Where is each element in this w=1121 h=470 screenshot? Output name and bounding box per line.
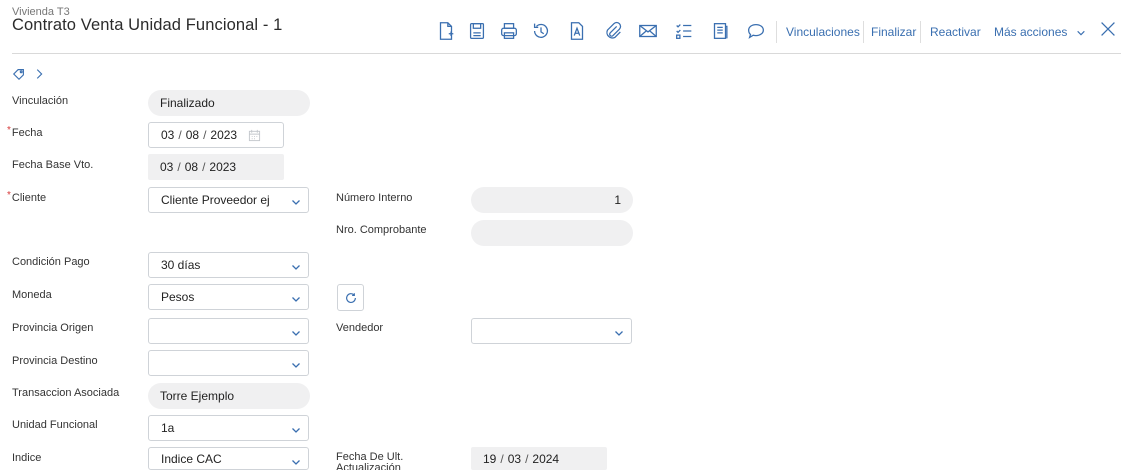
tags-toggle[interactable] (12, 66, 46, 82)
transaccion-asociada-field: Torre Ejemplo (148, 383, 310, 409)
text-document-icon[interactable] (563, 17, 591, 45)
unidad-funcional-value: 1a (161, 421, 175, 435)
fecha-label-text: Fecha (11, 127, 43, 139)
new-document-icon[interactable] (432, 17, 460, 45)
print-icon[interactable] (495, 17, 523, 45)
toolbar-separator (920, 21, 921, 43)
fecha-base-month: 08 (184, 160, 199, 174)
fecha-base-vto-label: Fecha Base Vto. (12, 159, 94, 171)
cliente-label-text: Cliente (11, 192, 47, 204)
chevron-down-icon (292, 428, 300, 433)
finalizar-button[interactable]: Finalizar (871, 25, 916, 39)
moneda-label: Moneda (12, 289, 52, 301)
numero-interno-value: 1 (614, 193, 621, 207)
nro-comprobante-label: Nro. Comprobante (336, 224, 427, 236)
history-icon[interactable] (527, 17, 555, 45)
chevron-down-icon (292, 363, 300, 368)
date-separator: / (178, 128, 182, 142)
toolbar-separator (776, 21, 777, 43)
fecha-day: 03 (161, 128, 175, 142)
mail-icon[interactable] (634, 17, 662, 45)
chevron-down-icon (292, 265, 300, 270)
vinculacion-field: Finalizado (148, 90, 310, 116)
vinculacion-value: Finalizado (160, 96, 215, 110)
moneda-select[interactable]: Pesos (148, 284, 309, 310)
refresh-icon (345, 292, 356, 303)
fecha-year: 2023 (210, 128, 238, 142)
unidad-funcional-select[interactable]: 1a (148, 415, 309, 441)
chevron-down-icon (292, 460, 300, 465)
chevron-down-icon (292, 297, 300, 302)
page-header: Vivienda T3 Contrato Venta Unidad Funcio… (0, 0, 1121, 54)
transaccion-asociada-label: Transaccion Asociada (12, 387, 120, 399)
condicion-pago-label: Condición Pago (12, 256, 90, 268)
indice-label: Indice (12, 452, 42, 464)
cliente-label: *Cliente (7, 190, 47, 205)
date-separator: / (525, 451, 529, 466)
transaccion-asociada-value: Torre Ejemplo (160, 389, 235, 403)
checklist-icon[interactable] (670, 17, 698, 45)
numero-interno-field: 1 (471, 187, 633, 213)
provincia-origen-label: Provincia Origen (12, 322, 94, 334)
numero-interno-label: Número Interno (336, 192, 413, 204)
required-marker: * (7, 190, 11, 201)
mas-acciones-label: Más acciones (994, 25, 1068, 39)
toolbar: Vinculaciones Finalizar Reactivar Más ac… (0, 17, 1121, 47)
date-separator: / (500, 451, 504, 466)
vinculacion-label: Vinculación (12, 95, 69, 107)
close-icon[interactable] (1094, 15, 1121, 43)
date-separator: / (202, 160, 206, 174)
fecha-input[interactable]: 03/08/2023 (148, 122, 284, 148)
nro-comprobante-field (471, 220, 633, 246)
calendar-icon[interactable] (248, 129, 261, 142)
mas-acciones-button[interactable]: Más acciones (994, 25, 1086, 39)
fecha-ult-act-label: Fecha De Ult. Actualización (336, 452, 404, 470)
notes-icon[interactable] (706, 17, 734, 45)
tag-icon (12, 69, 24, 81)
fecha-ult-year: 2024 (532, 451, 560, 466)
reactivar-button[interactable]: Reactivar (930, 25, 981, 39)
chevron-down-icon (1076, 30, 1085, 36)
unidad-funcional-label: Unidad Funcional (12, 419, 98, 431)
refresh-button[interactable] (337, 284, 364, 311)
fecha-label: *Fecha (7, 125, 43, 140)
required-marker: * (7, 125, 11, 136)
indice-value: Indice CAC (161, 451, 222, 466)
provincia-origen-select[interactable] (148, 318, 309, 344)
cliente-select[interactable]: Cliente Proveedor ej (148, 187, 309, 213)
toolbar-separator (863, 21, 864, 43)
date-separator: / (177, 160, 181, 174)
chevron-down-icon (292, 331, 300, 336)
save-icon[interactable] (463, 17, 491, 45)
comment-icon[interactable] (742, 17, 770, 45)
chevron-down-icon (292, 200, 300, 205)
moneda-value: Pesos (161, 290, 195, 304)
fecha-base-vto-field: 03/08/2023 (148, 154, 284, 180)
fecha-ult-day: 19 (483, 451, 497, 466)
fecha-base-year: 2023 (209, 160, 237, 174)
fecha-ult-act-field: 19/03/2024 (471, 447, 607, 470)
fecha-month: 08 (185, 128, 200, 142)
vinculaciones-button[interactable]: Vinculaciones (786, 25, 860, 39)
attachment-icon[interactable] (599, 17, 627, 45)
fecha-ult-month: 03 (507, 451, 522, 466)
provincia-destino-select[interactable] (148, 350, 309, 376)
header-divider (12, 53, 1121, 54)
date-separator: / (203, 128, 207, 142)
vendedor-select[interactable] (471, 318, 632, 344)
vendedor-label: Vendedor (336, 322, 384, 334)
condicion-pago-select[interactable]: 30 días (148, 252, 309, 278)
condicion-pago-value: 30 días (161, 258, 201, 272)
provincia-destino-label: Provincia Destino (12, 355, 98, 367)
fecha-base-day: 03 (160, 160, 174, 174)
chevron-right-icon (36, 69, 43, 79)
cliente-value: Cliente Proveedor ej (161, 193, 270, 207)
indice-select[interactable]: Indice CAC (148, 447, 309, 470)
chevron-down-icon (615, 331, 623, 336)
